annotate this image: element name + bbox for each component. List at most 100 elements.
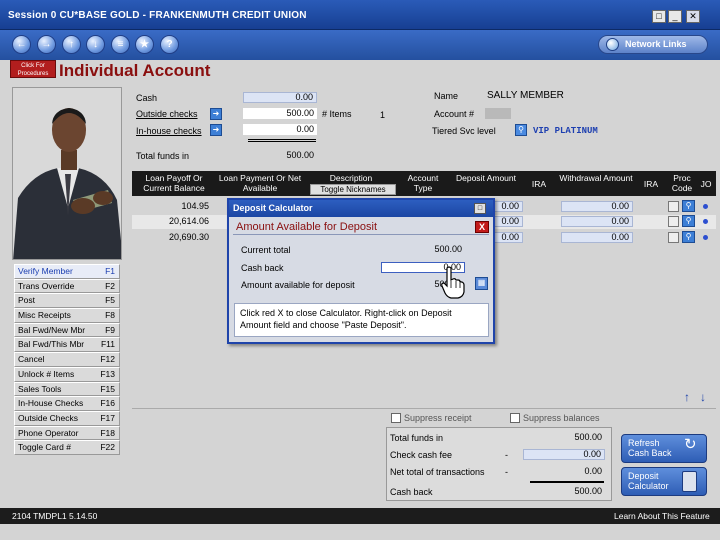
refresh-cash-back-label: Refresh Cash Back <box>628 438 672 458</box>
sidebar-item-phone-operator[interactable]: Phone Operator F18 <box>14 425 120 441</box>
outside-checks-link[interactable]: Outside checks <box>136 109 198 119</box>
sidebar-item-key: F18 <box>100 427 115 438</box>
sidebar-item-toggle-card[interactable]: Toggle Card # F22 <box>14 440 120 455</box>
search-icon[interactable]: ⚲ <box>682 215 695 227</box>
sidebar-item-cancel[interactable]: Cancel F12 <box>14 352 120 367</box>
scroll-down-icon[interactable]: ↓ <box>700 390 706 404</box>
scroll-up-icon[interactable]: ↑ <box>684 390 690 404</box>
proc-code-box[interactable] <box>668 216 679 227</box>
proc-code-box[interactable] <box>668 201 679 212</box>
sidebar-item-key: F17 <box>100 412 115 423</box>
sidebar-item-trans-override[interactable]: Trans Override F2 <box>14 278 120 294</box>
hand-cursor-icon <box>441 266 465 299</box>
current-total-label: Current total <box>241 245 291 255</box>
sidebar-item-key: F2 <box>105 280 115 291</box>
minimize-icon[interactable]: _ <box>668 10 682 23</box>
sidebar-item-in-house-checks[interactable]: In-House Checks F16 <box>14 396 120 411</box>
restore-icon[interactable]: □ <box>652 10 666 23</box>
calculator-close-button[interactable]: X <box>475 221 489 233</box>
refresh-icon: ↻ <box>684 436 697 453</box>
sidebar-item-key: F22 <box>100 442 115 453</box>
inhouse-checks-go-icon[interactable]: ➜ <box>210 124 222 136</box>
network-links-label: Network Links <box>625 39 687 49</box>
suppress-receipt-label: Suppress receipt <box>404 413 472 423</box>
search-icon[interactable]: ⚲ <box>682 200 695 212</box>
forward-arrow-icon[interactable]: → <box>37 35 56 54</box>
sidebar-item-key: F9 <box>105 324 115 335</box>
suppress-balances-label: Suppress balances <box>523 413 600 423</box>
suppress-balances-checkbox[interactable] <box>510 413 520 423</box>
total-divider <box>248 139 316 142</box>
cash-back-label: Cash back <box>241 263 284 273</box>
cash-field[interactable]: 0.00 <box>243 92 317 103</box>
tiered-value: VIP PLATINUM <box>533 126 598 136</box>
joint-owner-indicator <box>703 219 708 224</box>
row-withdrawal-field[interactable]: 0.00 <box>561 216 633 227</box>
account-number-redacted <box>485 108 511 119</box>
sidebar-item-key: F1 <box>105 266 115 276</box>
col-deposit-ira: IRA <box>531 179 547 189</box>
deposit-calculator-label: Deposit Calculator <box>628 471 669 491</box>
col-withdrawal-ira: IRA <box>643 179 659 189</box>
cash-label: Cash <box>136 93 158 103</box>
sidebar-item-outside-checks[interactable]: Outside Checks F17 <box>14 410 120 426</box>
globe-icon <box>606 38 619 51</box>
function-key-sidebar: Verify Member F1 Trans Override F2 Post F5 … <box>14 264 120 455</box>
sidebar-item-label: Bal Fwd/This Mbr <box>18 339 85 350</box>
person-illustration <box>13 88 121 259</box>
items-label: # Items <box>322 109 352 119</box>
sidebar-item-label: Sales Tools <box>18 383 62 394</box>
sidebar-item-label: Phone Operator <box>18 427 79 438</box>
row-withdrawal-field[interactable]: 0.00 <box>561 232 633 243</box>
back-arrow-icon[interactable]: ← <box>12 35 31 54</box>
learn-about-link[interactable]: Learn About This Feature <box>614 508 710 524</box>
suppress-receipt-checkbox[interactable] <box>391 413 401 423</box>
up-arrow-icon[interactable]: ↑ <box>62 35 81 54</box>
calculator-subtitle: Amount Available for Deposit <box>233 220 489 235</box>
sidebar-item-label: Unlock # Items <box>18 368 75 379</box>
tiered-label: Tiered Svc level <box>432 126 496 136</box>
sidebar-item-post[interactable]: Post F5 <box>14 293 120 309</box>
sidebar-item-label: Outside Checks <box>18 412 78 423</box>
restore-icon[interactable]: □ <box>474 203 486 214</box>
check-cash-fee-field[interactable]: 0.00 <box>523 449 605 460</box>
sidebar-item-misc-receipts[interactable]: Misc Receipts F8 <box>14 308 120 323</box>
sidebar-item-bal-fwd-this-mbr[interactable]: Bal Fwd/This Mbr F11 <box>14 337 120 353</box>
sidebar-item-verify-member[interactable]: Verify Member F1 <box>14 264 120 279</box>
help-icon[interactable]: ? <box>160 35 179 54</box>
network-links-button[interactable]: Network Links <box>598 35 708 54</box>
status-bar: 2104 TMDPL1 5.14.50 Learn About This Fea… <box>0 508 720 524</box>
window-title: Session 0 CU*BASE GOLD - FRANKENMUTH CRE… <box>8 10 307 21</box>
row-balance: 20,690.30 <box>168 232 209 242</box>
sidebar-item-sales-tools[interactable]: Sales Tools F15 <box>14 381 120 397</box>
search-icon[interactable]: ⚲ <box>515 124 527 136</box>
star-icon[interactable]: ★ <box>135 35 154 54</box>
outside-checks-go-icon[interactable]: ➜ <box>210 108 222 120</box>
divider <box>132 408 716 409</box>
sidebar-item-label: Bal Fwd/New Mbr <box>18 324 86 335</box>
close-icon[interactable]: ✕ <box>686 10 700 23</box>
sidebar-item-key: F5 <box>105 295 115 306</box>
sidebar-item-bal-fwd-new-mbr[interactable]: Bal Fwd/New Mbr F9 <box>14 322 120 338</box>
sidebar-item-label: Cancel <box>18 354 45 365</box>
calculator-icon[interactable]: ▦ <box>475 277 488 290</box>
sidebar-item-label: In-House Checks <box>18 398 84 409</box>
inhouse-checks-link[interactable]: In-house checks <box>136 126 202 136</box>
proc-code-box[interactable] <box>668 232 679 243</box>
current-total-value: 500.00 <box>434 244 462 254</box>
down-arrow-icon[interactable]: ↓ <box>86 35 105 54</box>
sidebar-item-unlock-items[interactable]: Unlock # Items F13 <box>14 366 120 382</box>
toggle-nicknames-button[interactable]: Toggle Nicknames <box>310 184 396 195</box>
search-icon[interactable]: ⚲ <box>682 231 695 243</box>
net-total-value: 0.00 <box>584 466 602 476</box>
menu-icon[interactable]: ≡ <box>111 35 130 54</box>
deposit-calculator-button[interactable]: Deposit Calculator <box>621 467 707 496</box>
col-proc-code: Proc Code <box>671 173 693 193</box>
account-label: Account # <box>434 109 475 119</box>
refresh-cash-back-button[interactable]: Refresh Cash Back ↻ <box>621 434 707 463</box>
sidebar-item-label: Post <box>18 295 36 306</box>
check-cash-fee-label: Check cash fee <box>390 450 453 460</box>
name-label: Name <box>434 91 459 101</box>
procedures-button[interactable]: Click For Procedures <box>10 60 56 78</box>
row-withdrawal-field[interactable]: 0.00 <box>561 201 633 212</box>
